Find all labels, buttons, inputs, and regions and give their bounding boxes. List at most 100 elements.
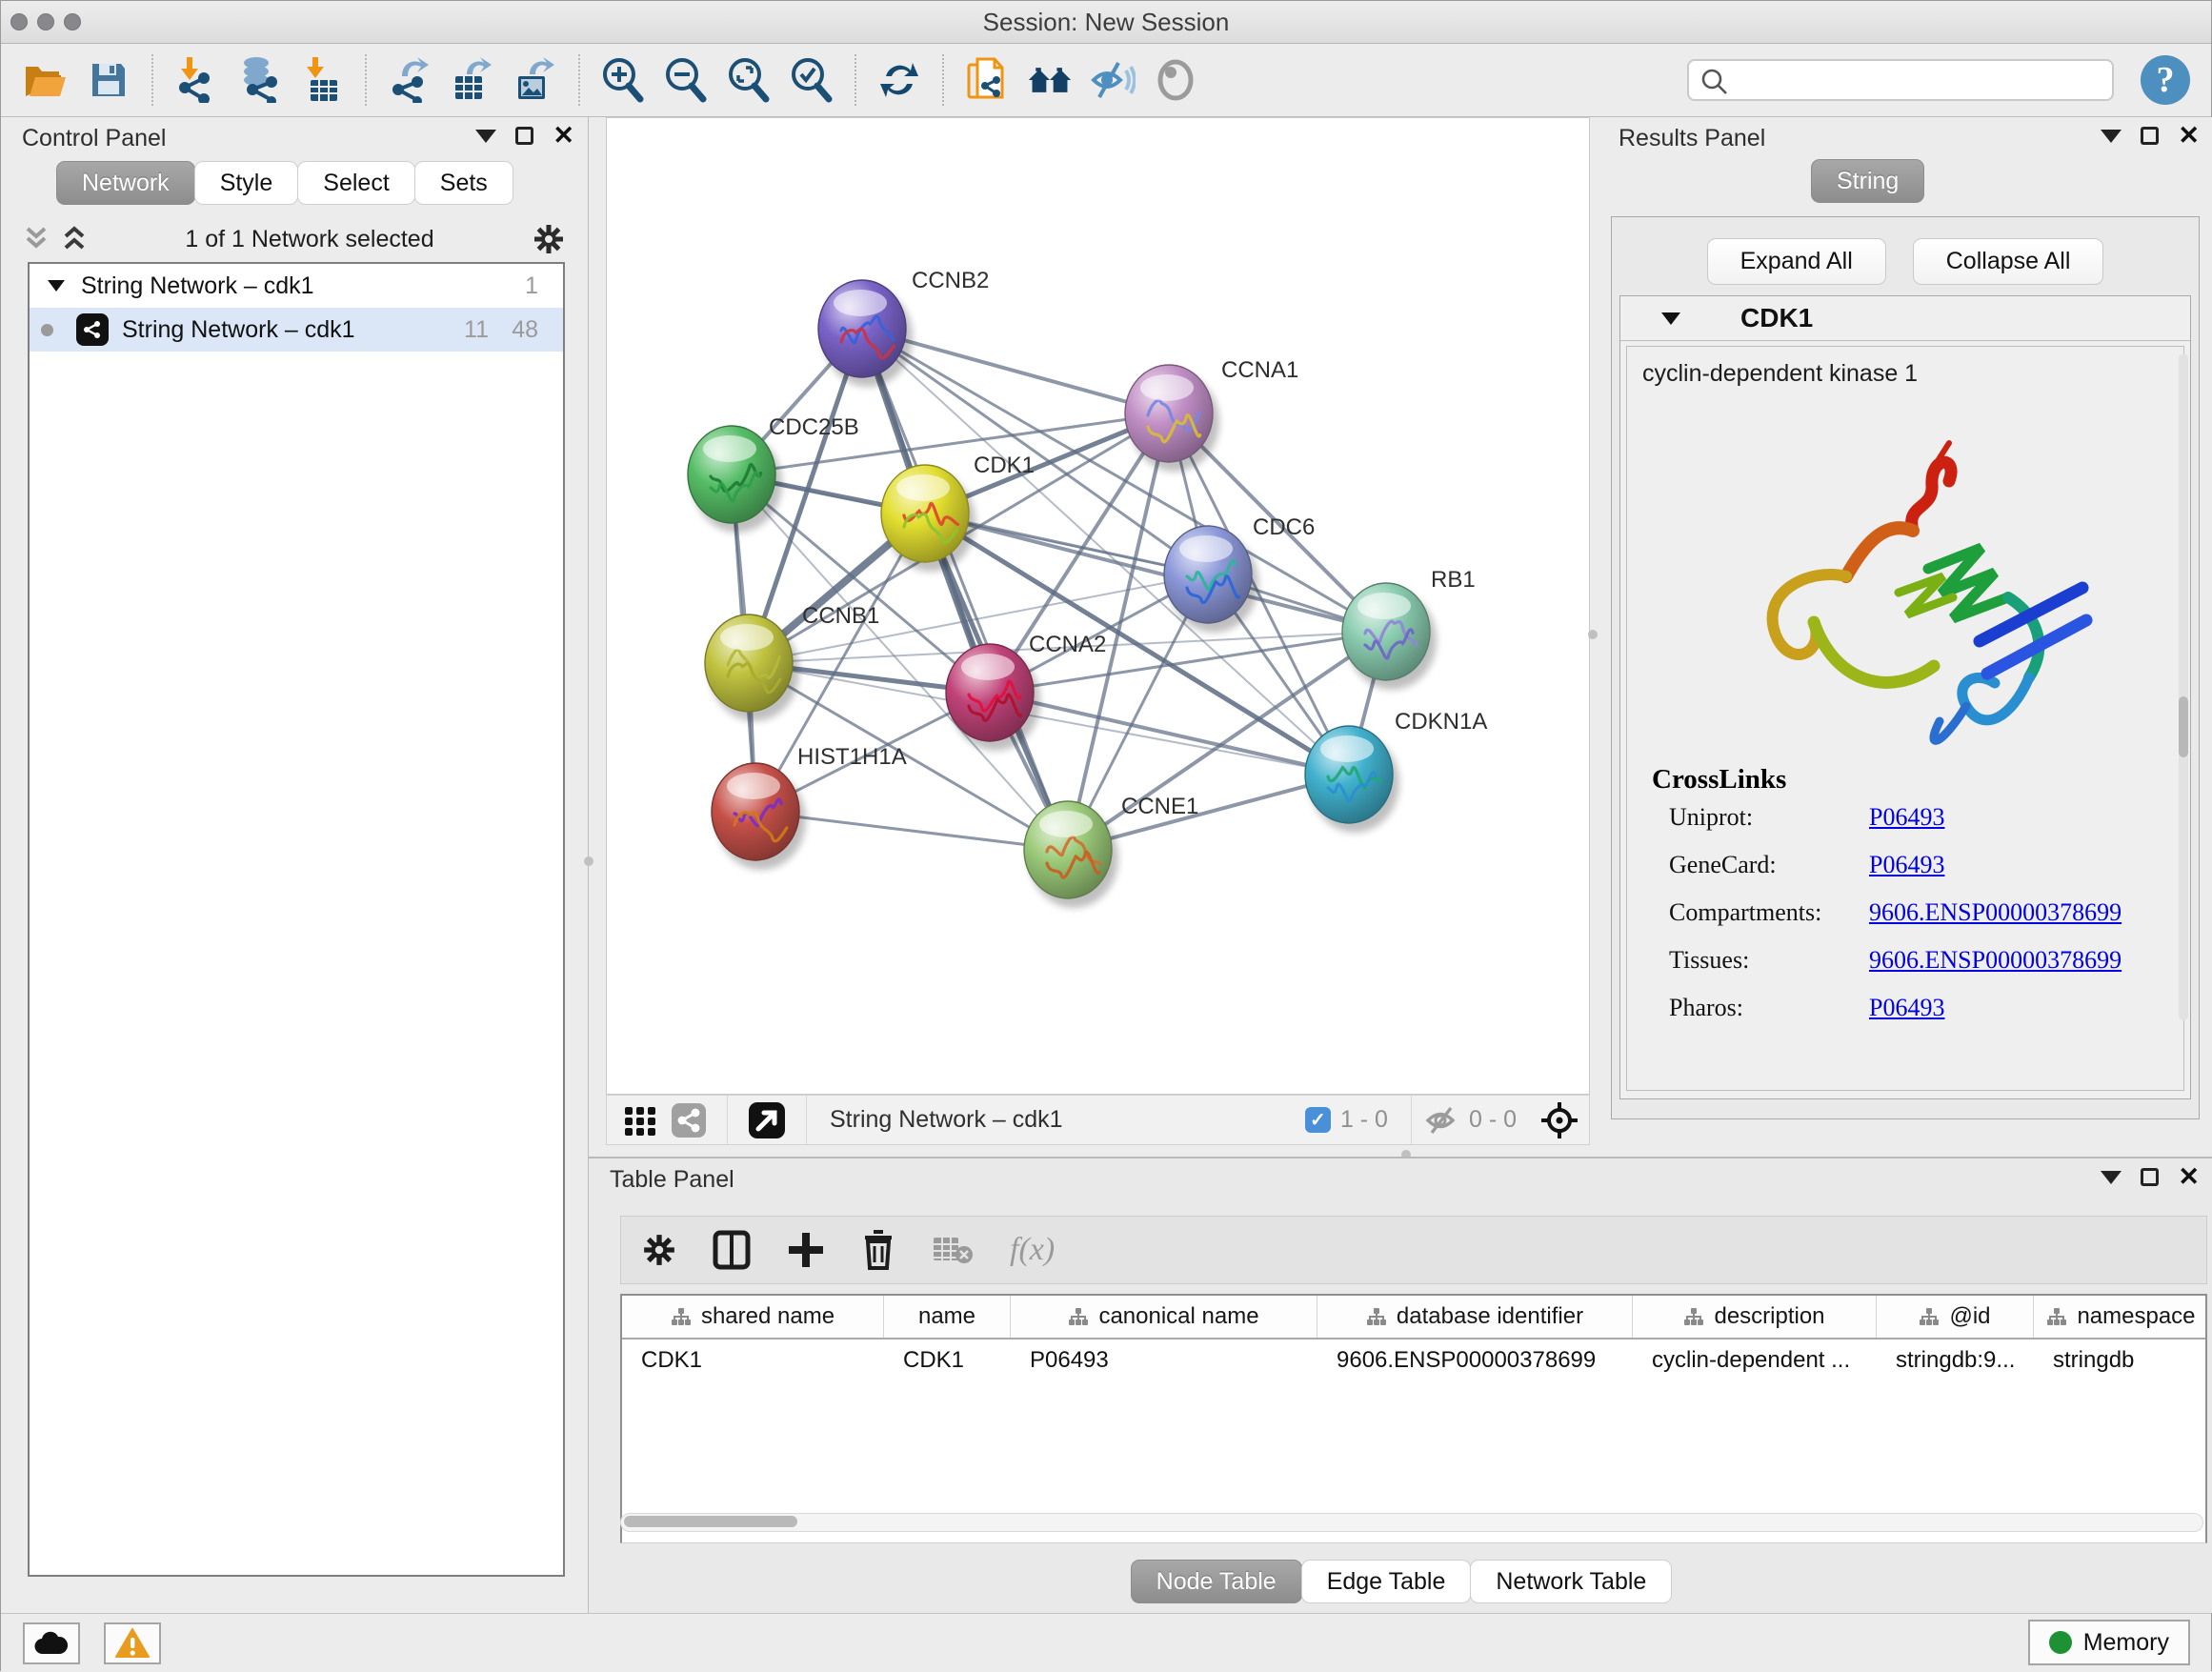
tab-network-table[interactable]: Network Table	[1470, 1560, 1672, 1603]
show-hidden-icon[interactable]	[1153, 55, 1198, 105]
cloud-status-button[interactable]	[23, 1622, 80, 1664]
expand-all-button[interactable]: Expand All	[1707, 238, 1886, 285]
crosslink-link[interactable]: 9606.ENSP00000378699	[1869, 946, 2122, 975]
tab-edge-table[interactable]: Edge Table	[1301, 1560, 1472, 1603]
left-splitter-handle[interactable]	[584, 856, 593, 866]
separator	[727, 1096, 728, 1144]
crosslink-link[interactable]: P06493	[1869, 994, 1944, 1022]
tab-string[interactable]: String	[1811, 159, 1924, 203]
edge-count: 48	[512, 316, 538, 344]
zoom-selected-icon[interactable]	[789, 55, 835, 105]
zoom-fit-icon[interactable]	[726, 55, 772, 105]
application-window: Session: New Session	[0, 0, 2212, 1671]
network-row-selected[interactable]: String Network – cdk1 11 48	[30, 308, 563, 352]
float-panel-icon[interactable]	[2101, 130, 2122, 143]
collapse-all-networks-icon[interactable]	[24, 225, 49, 253]
search-input[interactable]	[1687, 59, 2114, 101]
network-node-CCNE1[interactable]	[1024, 801, 1118, 908]
export-table-icon[interactable]	[450, 55, 495, 105]
network-node-CDC25B[interactable]	[688, 426, 782, 533]
home-icon[interactable]	[1027, 55, 1073, 105]
close-panel-icon[interactable]: ✕	[2178, 1168, 2200, 1186]
column-header-shared-name[interactable]: shared name	[622, 1296, 884, 1338]
network-node-CDC6[interactable]	[1164, 526, 1258, 633]
maximize-panel-icon[interactable]	[515, 127, 533, 145]
network-share-view-icon[interactable]	[672, 1103, 706, 1138]
tab-node-table[interactable]: Node Table	[1131, 1560, 1302, 1603]
import-table-icon[interactable]	[299, 55, 345, 105]
results-scrollbar-track[interactable]	[2179, 353, 2188, 1020]
help-button[interactable]: ?	[2141, 55, 2190, 105]
column-header-name[interactable]: name	[884, 1296, 1011, 1338]
crosslink-row: Tissues: 9606.ENSP00000378699	[1669, 946, 2166, 975]
refresh-icon[interactable]	[876, 55, 922, 105]
warning-status-button[interactable]	[104, 1622, 161, 1664]
expand-all-networks-icon[interactable]	[62, 225, 87, 253]
gene-section-header[interactable]: CDK1	[1620, 296, 2190, 341]
table-hscrollbar-thumb[interactable]	[624, 1516, 797, 1527]
column-header-description[interactable]: description	[1633, 1296, 1877, 1338]
close-panel-icon[interactable]: ✕	[2178, 127, 2200, 145]
crosslink-link[interactable]: P06493	[1869, 851, 1944, 879]
birds-eye-view-icon[interactable]	[1539, 1100, 1579, 1140]
show-columns-icon[interactable]	[713, 1230, 751, 1270]
close-panel-icon[interactable]: ✕	[553, 127, 574, 145]
add-column-icon[interactable]	[787, 1231, 825, 1269]
column-header-canonical-name[interactable]: canonical name	[1011, 1296, 1317, 1338]
node-label-CDC6: CDC6	[1253, 514, 1315, 540]
network-node-HIST1H1A[interactable]	[712, 763, 806, 870]
results-scrollbar-thumb[interactable]	[2179, 696, 2188, 757]
network-node-CDK1[interactable]	[881, 465, 975, 572]
open-folder-icon[interactable]	[23, 55, 69, 105]
open-in-new-window-icon[interactable]	[749, 1102, 785, 1138]
copy-style-icon[interactable]	[964, 55, 1010, 105]
grid-view-icon[interactable]	[624, 1104, 656, 1137]
table-settings-gear-icon[interactable]	[642, 1233, 676, 1267]
network-node-CCNA1[interactable]	[1125, 365, 1219, 472]
selected-checkbox-icon[interactable]: ✓	[1305, 1107, 1331, 1133]
hide-selected-icon[interactable]	[1090, 55, 1136, 105]
tab-select[interactable]: Select	[297, 161, 414, 205]
node-label-HIST1H1A: HIST1H1A	[797, 744, 907, 770]
zoom-in-icon[interactable]	[600, 55, 646, 105]
tab-style[interactable]: Style	[194, 161, 299, 205]
memory-button[interactable]: Memory	[2028, 1620, 2190, 1665]
network-node-CCNB2[interactable]	[818, 280, 913, 387]
column-header-namespace[interactable]: namespace	[2034, 1296, 2207, 1338]
network-options-gear-icon[interactable]	[533, 223, 565, 255]
gene-description: cyclin-dependent kinase 1	[1642, 360, 2183, 388]
export-image-icon[interactable]	[513, 55, 558, 105]
column-header--id[interactable]: @id	[1877, 1296, 2034, 1338]
network-collection-row[interactable]: String Network – cdk1 1	[30, 264, 563, 308]
network-status-dot	[41, 324, 53, 336]
crosslink-link[interactable]: 9606.ENSP00000378699	[1869, 898, 2122, 927]
float-panel-icon[interactable]	[475, 130, 496, 143]
control-panel: Control Panel ✕ NetworkStyleSelectSets 1…	[1, 117, 589, 1613]
import-network-icon[interactable]	[173, 55, 219, 105]
import-database-icon[interactable]	[236, 55, 282, 105]
right-splitter-handle[interactable]	[1588, 630, 1598, 639]
network-node-CCNA2[interactable]	[946, 644, 1040, 751]
toolbar-separator	[151, 54, 153, 106]
tab-network[interactable]: Network	[56, 161, 195, 205]
table-hscrollbar-track[interactable]	[620, 1513, 2203, 1532]
network-canvas[interactable]: CCNB2 CCNA1 CDC25B CDK1 CDC6	[606, 117, 1590, 1095]
node-attribute-table: shared namenamecanonical namedatabase id…	[620, 1294, 2207, 1543]
delete-column-icon[interactable]	[861, 1230, 895, 1270]
maximize-panel-icon[interactable]	[2141, 127, 2159, 145]
crosslink-label: Pharos:	[1669, 994, 1869, 1022]
zoom-out-icon[interactable]	[663, 55, 709, 105]
collapse-all-button[interactable]: Collapse All	[1913, 238, 2104, 285]
tab-sets[interactable]: Sets	[414, 161, 513, 205]
network-node-RB1[interactable]	[1342, 583, 1437, 690]
float-panel-icon[interactable]	[2101, 1171, 2122, 1184]
network-node-CDKN1A[interactable]	[1305, 726, 1399, 833]
network-graph[interactable]: CCNB2 CCNA1 CDC25B CDK1 CDC6	[607, 118, 1589, 1094]
selected-node-edge-counts: 1 - 0	[1340, 1106, 1388, 1134]
save-session-icon[interactable]	[86, 55, 131, 105]
maximize-panel-icon[interactable]	[2141, 1168, 2159, 1186]
column-header-database-identifier[interactable]: database identifier	[1317, 1296, 1633, 1338]
crosslink-link[interactable]: P06493	[1869, 803, 1944, 832]
export-network-icon[interactable]	[387, 55, 432, 105]
table-row[interactable]: CDK1CDK1P064939606.ENSP00000378699cyclin…	[622, 1340, 2205, 1381]
